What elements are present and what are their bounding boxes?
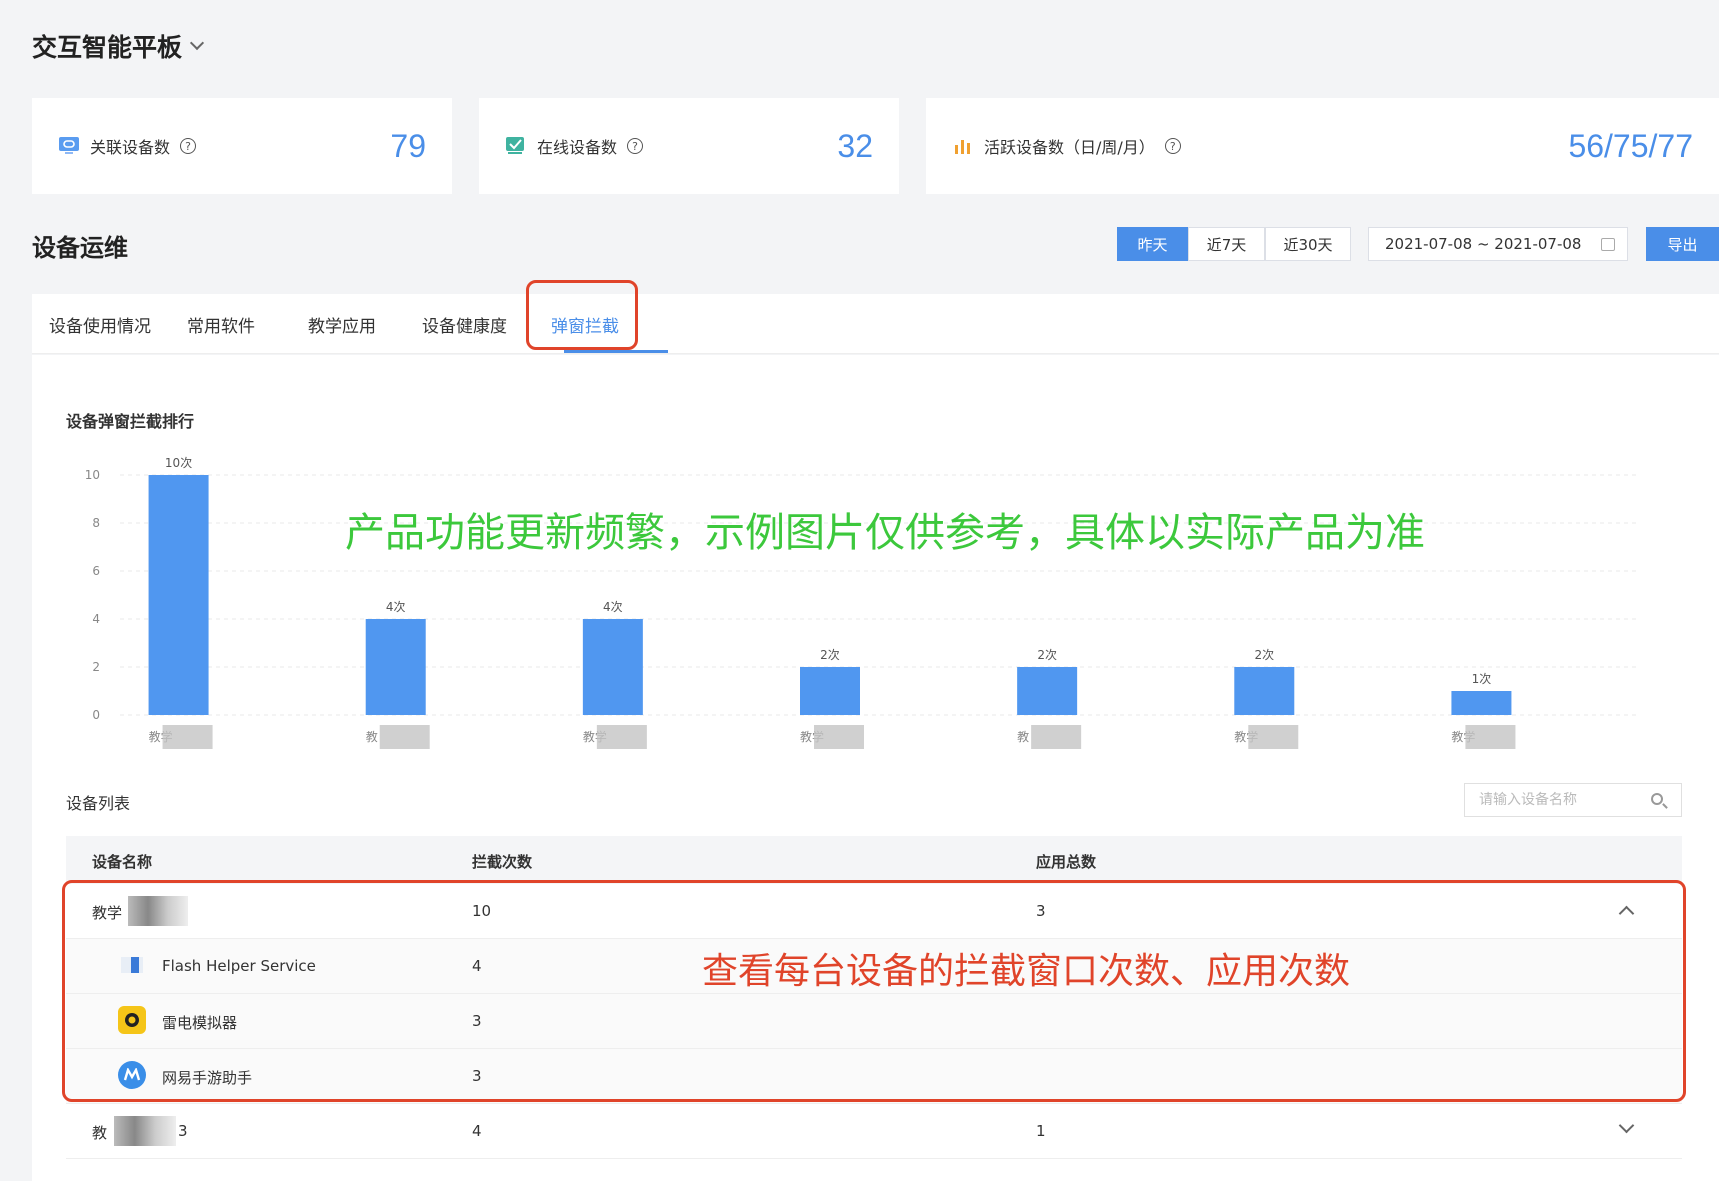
stat-label: 关联设备数 — [90, 138, 171, 157]
device-search-input[interactable] — [1464, 783, 1682, 817]
link-device-icon — [58, 135, 80, 157]
bar-data-label: 2次 — [1254, 648, 1274, 662]
y-tick-label: 4 — [92, 612, 100, 626]
bar-data-label: 1次 — [1472, 672, 1492, 686]
search-icon[interactable] — [1651, 793, 1663, 805]
export-button[interactable]: 导出 — [1646, 227, 1719, 261]
redacted-x-label — [162, 725, 213, 749]
popup-block-ranking-chart: 024681010次教学4次教4次教学2次教学2次教2次教学1次教学 — [85, 456, 1640, 749]
y-tick-label: 6 — [92, 564, 100, 578]
redacted-x-label — [596, 725, 647, 749]
stat-card-active-devices: 活跃设备数（日/周/月） ? 56/75/77 — [926, 98, 1719, 194]
stat-label: 活跃设备数（日/周/月） — [984, 138, 1155, 157]
x-tick-label: 教 — [1017, 729, 1029, 744]
help-icon[interactable]: ? — [627, 138, 644, 154]
active-tab-indicator — [564, 350, 668, 353]
tab-device-health[interactable]: 设备健康度 — [422, 312, 507, 337]
bar — [582, 619, 643, 715]
redacted-device-name — [114, 1116, 176, 1146]
bar-data-label: 4次 — [386, 600, 406, 614]
bar-data-label: 10次 — [165, 456, 192, 470]
row-note: 查看每台设备的拦截窗口次数、应用次数 — [702, 951, 1351, 992]
redacted-x-label — [1031, 725, 1082, 749]
chevron-down-icon[interactable] — [1618, 1117, 1635, 1134]
device-list-title: 设备列表 — [66, 794, 131, 813]
stat-value: 56/75/77 — [1568, 127, 1693, 164]
blocked-count: 4 — [472, 1122, 482, 1140]
device-name: 教 — [92, 1124, 108, 1142]
table-row[interactable]: 教 3 4 1 — [66, 1104, 1682, 1159]
y-tick-label: 0 — [92, 708, 100, 722]
bar — [365, 619, 426, 715]
help-icon[interactable]: ? — [180, 138, 197, 154]
y-tick-label: 10 — [85, 468, 100, 482]
range-7days-button[interactable]: 近7天 — [1188, 227, 1265, 261]
chart-title: 设备弹窗拦截排行 — [66, 412, 195, 431]
tabs-bar: 设备使用情况 常用软件 教学应用 设备健康度 弹窗拦截 — [32, 294, 1719, 354]
app-total: 1 — [1036, 1122, 1046, 1140]
chevron-down-icon[interactable] — [189, 35, 205, 51]
device-name-suffix: 3 — [178, 1122, 188, 1140]
column-blocked-count: 拦截次数 — [472, 853, 533, 871]
bar — [148, 475, 209, 715]
bar — [1234, 667, 1295, 715]
overlay-note: 产品功能更新频繁，示例图片仅供参考，具体以实际产品为准 — [345, 510, 1425, 556]
y-tick-label: 2 — [92, 660, 100, 674]
tab-highlight-annotation — [526, 280, 638, 350]
bar-data-label: 4次 — [603, 600, 623, 614]
tab-device-usage[interactable]: 设备使用情况 — [49, 312, 151, 337]
check-box-icon — [505, 135, 527, 157]
x-tick-label: 教 — [366, 729, 378, 744]
range-yesterday-button[interactable]: 昨天 — [1117, 227, 1188, 261]
bar-data-label: 2次 — [820, 648, 840, 662]
app-title[interactable]: 交互智能平板 — [32, 28, 205, 64]
date-range-text: 2021-07-08 ~ 2021-07-08 — [1385, 235, 1582, 253]
stat-card-linked-devices: 关联设备数 ? 79 — [32, 98, 452, 194]
column-app-total: 应用总数 — [1036, 853, 1097, 871]
redacted-x-label — [814, 725, 864, 749]
tab-teaching-apps[interactable]: 教学应用 — [308, 312, 376, 337]
range-30days-button[interactable]: 近30天 — [1265, 227, 1351, 261]
y-tick-label: 8 — [92, 516, 100, 530]
stat-card-online-devices: 在线设备数 ? 32 — [479, 98, 899, 194]
column-device-name: 设备名称 — [92, 853, 153, 871]
stat-value: 79 — [390, 127, 426, 164]
bar-data-label: 2次 — [1037, 648, 1057, 662]
redacted-x-label — [379, 725, 430, 749]
app-title-text: 交互智能平板 — [32, 33, 183, 62]
calendar-icon — [1601, 238, 1615, 251]
section-title: 设备运维 — [32, 234, 128, 262]
help-icon[interactable]: ? — [1164, 138, 1181, 154]
tab-common-software[interactable]: 常用软件 — [187, 312, 255, 337]
stat-label: 在线设备数 — [537, 138, 618, 157]
table-header: 设备名称 拦截次数 应用总数 — [66, 836, 1682, 884]
bar — [1451, 691, 1512, 715]
bar — [800, 667, 860, 715]
bar — [1017, 667, 1078, 715]
date-range-picker[interactable]: 2021-07-08 ~ 2021-07-08 — [1368, 227, 1628, 261]
stat-value: 32 — [837, 127, 873, 164]
redacted-x-label — [1248, 725, 1299, 749]
bar-chart-icon — [952, 135, 974, 157]
redacted-x-label — [1465, 725, 1516, 749]
